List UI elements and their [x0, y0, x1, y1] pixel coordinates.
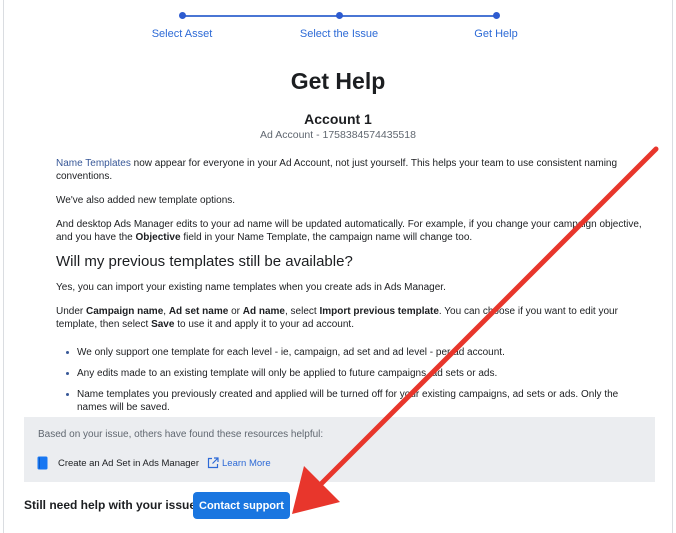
list-item: We only support one template for each le…	[66, 346, 646, 359]
list-item: Name templates you previously created an…	[66, 388, 646, 414]
external-link-icon[interactable]	[207, 457, 219, 469]
bold-text: Ad name	[242, 306, 285, 317]
article-paragraph: And desktop Ads Manager edits to your ad…	[56, 218, 646, 244]
name-templates-link[interactable]: Name Templates	[56, 158, 131, 169]
bullet-list: We only support one template for each le…	[66, 346, 646, 414]
step-get-help[interactable]: Get Help	[426, 8, 566, 40]
learn-more-link[interactable]: Learn More	[222, 458, 271, 469]
paragraph-text: field in your Name Template, the campaig…	[180, 232, 473, 243]
section-heading: Will my previous templates still be avai…	[56, 253, 353, 270]
article-paragraph: Name Templates now appear for everyone i…	[56, 157, 646, 183]
bold-text: Ad set name	[168, 306, 229, 317]
step-dot	[335, 12, 343, 19]
bold-text: Campaign name	[86, 306, 164, 317]
paragraph-text: or	[228, 306, 243, 317]
bold-text: Objective	[135, 232, 181, 243]
book-icon	[37, 456, 48, 470]
progress-stepper: Select Asset Select the Issue Get Help	[0, 8, 676, 48]
page-title: Get Help	[290, 68, 386, 94]
resources-intro: Based on your issue, others have found t…	[38, 429, 324, 440]
article-paragraph: Yes, you can import your existing name t…	[56, 282, 446, 293]
support-question: Still need help with your issue?	[24, 498, 204, 512]
step-label: Select the Issue	[299, 28, 379, 40]
step-label: Select Asset	[151, 28, 213, 40]
step-dot	[178, 12, 186, 19]
paragraph-text: , select	[284, 306, 320, 317]
paragraph-text: now appear for everyone in your Ad Accou…	[56, 158, 618, 182]
step-select-issue[interactable]: Select the Issue	[269, 8, 409, 40]
contact-support-button[interactable]: Contact support	[193, 492, 290, 519]
resource-title: Create an Ad Set in Ads Manager	[58, 457, 200, 469]
step-dot	[492, 12, 500, 19]
step-select-asset[interactable]: Select Asset	[112, 8, 252, 40]
resource-item: Create an Ad Set in Ads Manager Learn Mo…	[37, 456, 271, 470]
account-name: Account 1	[304, 111, 372, 127]
list-item: Any edits made to an existing template w…	[66, 367, 646, 380]
paragraph-text: Under	[56, 306, 87, 317]
account-id: Ad Account - 1758384574435518	[260, 129, 416, 141]
bold-text: Import previous template	[319, 306, 439, 317]
help-article: Name Templates now appear for everyone i…	[56, 157, 646, 422]
bold-text: Save	[151, 319, 175, 330]
article-paragraph: Under Campaign name, Ad set name or Ad n…	[56, 305, 646, 331]
resources-panel: Based on your issue, others have found t…	[24, 417, 655, 482]
paragraph-text: to use it and apply it to your ad accoun…	[174, 319, 354, 330]
step-label: Get Help	[474, 28, 518, 40]
article-paragraph: We've also added new template options.	[56, 195, 236, 206]
